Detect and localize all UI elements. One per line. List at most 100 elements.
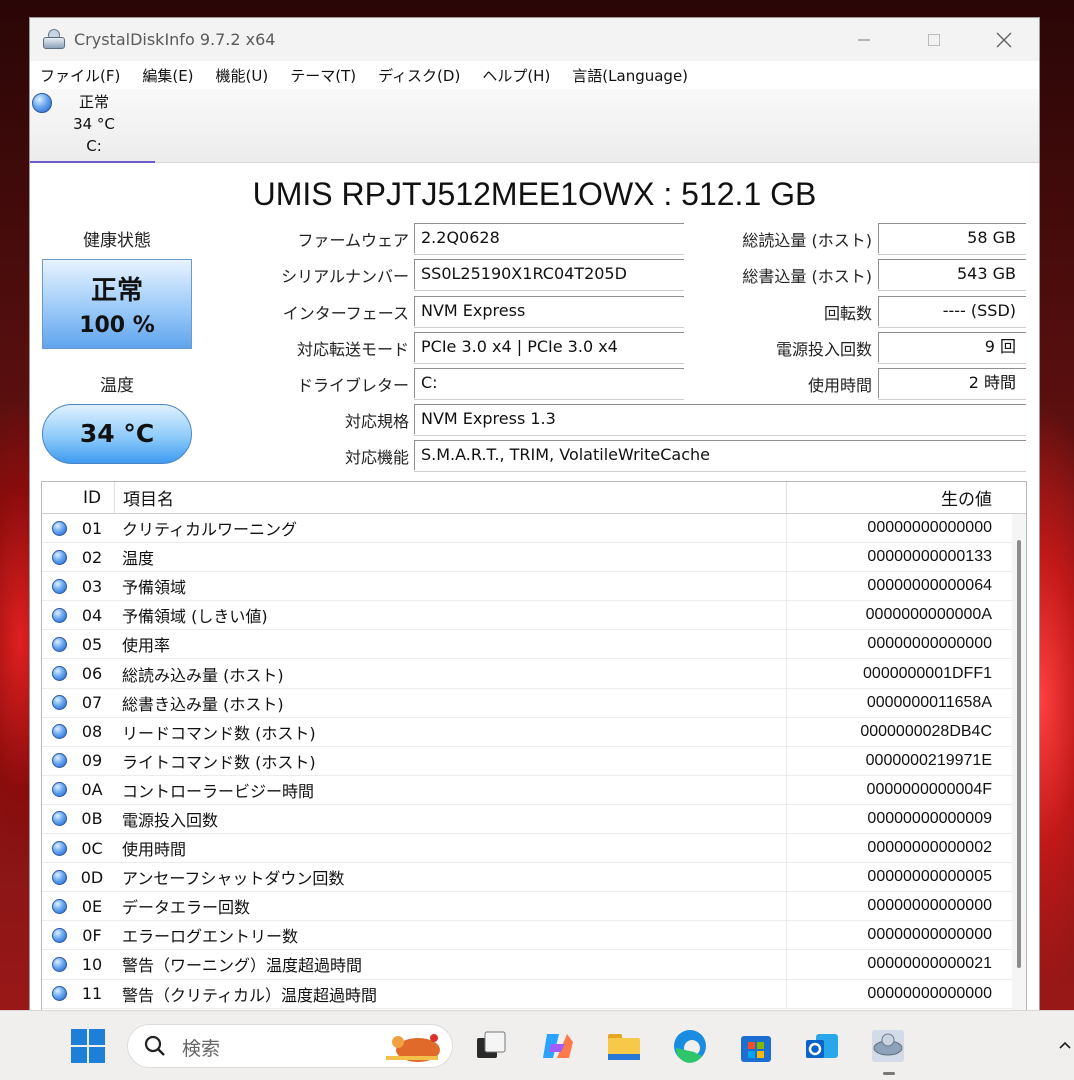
status-dot-icon — [51, 956, 67, 972]
disk-tab-c[interactable]: 正常 34 °C C: — [30, 89, 155, 163]
window-title: CrystalDiskInfo 9.7.2 x64 — [74, 30, 276, 49]
outlook-icon[interactable] — [804, 1028, 840, 1064]
menu-function[interactable]: 機能(U) — [216, 65, 269, 86]
table-row[interactable]: 05 使用率 00000000000000 — [42, 630, 1026, 660]
health-label: 健康状態 — [83, 231, 151, 251]
header-raw[interactable]: 生の値 — [786, 482, 996, 513]
chevron-up-icon[interactable] — [1058, 1038, 1072, 1052]
status-dot-icon — [51, 520, 67, 536]
row-raw-text: 0000000000004F — [866, 780, 992, 798]
menu-file[interactable]: ファイル(F) — [40, 65, 120, 86]
row-raw-text: 00000000000000 — [867, 519, 992, 537]
row-raw: 00000000000133 — [786, 543, 996, 572]
transfer-mode-field: PCIe 3.0 x4 | PCIe 3.0 x4 — [414, 332, 684, 364]
row-raw: 00000000000000 — [786, 979, 996, 1008]
task-view-icon[interactable] — [473, 1028, 509, 1064]
row-id: 06 — [81, 664, 103, 684]
status-dot-icon — [51, 811, 67, 827]
row-raw-text: 00000000000000 — [867, 984, 992, 1002]
table-row[interactable]: 07 総書き込み量 (ホスト) 0000000011658A — [42, 688, 1026, 718]
microsoft-store-icon[interactable] — [738, 1028, 774, 1064]
status-dot-icon — [51, 695, 67, 711]
row-name: 総読み込み量 (ホスト) — [114, 659, 786, 687]
smart-table-body: 01 クリティカルワーニング 00000000000000 02 温度 000000000… — [42, 514, 1026, 1009]
table-row[interactable]: 08 リードコマンド数 (ホスト) 0000000028DB4C — [42, 717, 1026, 747]
power-on-count-field: 9 回 — [878, 332, 1026, 364]
table-row[interactable]: 06 総読み込み量 (ホスト) 0000000001DFF1 — [42, 659, 1026, 689]
row-name-text: 警告（クリティカル）温度超過時間 — [122, 985, 378, 1005]
header-id[interactable]: ID — [70, 488, 114, 508]
temperature-button[interactable]: 34 °C — [42, 404, 192, 464]
table-row[interactable]: 03 予備領域 00000000000064 — [42, 572, 1026, 602]
header-name[interactable]: 項目名 — [114, 482, 786, 513]
menu-theme[interactable]: テーマ(T) — [290, 65, 356, 86]
table-row[interactable]: 11 警告（クリティカル）温度超過時間 00000000000000 — [42, 979, 1026, 1009]
row-name: 使用率 — [114, 630, 786, 658]
power-on-hours-label: 使用時間 — [807, 376, 872, 395]
status-dot-icon — [51, 666, 67, 682]
title-bar[interactable]: CrystalDiskInfo 9.7.2 x64 — [30, 18, 1039, 61]
drive-letter-label: ドライブレター — [296, 376, 409, 395]
row-id: 05 — [81, 634, 103, 654]
standard-field: NVM Express 1.3 — [414, 404, 1026, 436]
minimize-button[interactable] — [829, 18, 899, 61]
copilot-icon[interactable] — [539, 1028, 575, 1064]
row-id: 0E — [81, 896, 103, 916]
row-name-text: 警告（ワーニング）温度超過時間 — [122, 956, 363, 976]
crystaldiskinfo-taskbar-icon[interactable] — [870, 1028, 906, 1064]
file-explorer-icon[interactable] — [606, 1028, 642, 1064]
smart-scrollbar[interactable] — [1012, 514, 1026, 1016]
health-status-button[interactable]: 正常 100 % — [42, 259, 192, 349]
transfer-mode-label: 対応転送モード — [296, 340, 409, 359]
table-row[interactable]: 0D アンセーフシャットダウン回数 00000000000005 — [42, 863, 1026, 893]
table-row[interactable]: 0E データエラー回数 00000000000000 — [42, 892, 1026, 922]
windows-start-icon[interactable] — [70, 1028, 106, 1064]
temperature-value: 34 °C — [79, 419, 155, 448]
menu-help[interactable]: ヘルプ(H) — [482, 65, 550, 86]
table-row[interactable]: 0F エラーログエントリー数 00000000000000 — [42, 921, 1026, 951]
table-row[interactable]: 0B 電源投入回数 00000000000009 — [42, 804, 1026, 835]
row-raw-text: 00000000000021 — [867, 955, 992, 973]
row-name-text: 使用時間 — [122, 840, 187, 860]
edge-browser-icon[interactable] — [672, 1028, 708, 1064]
row-raw: 0000000028DB4C — [786, 717, 996, 746]
smart-table[interactable]: ID 項目名 生の値 01 クリティカルワーニング 00000000000000 02… — [41, 481, 1027, 1016]
row-raw-text: 0000000001DFF1 — [863, 664, 992, 682]
row-name-text: 総書き込み量 (ホスト) — [122, 694, 284, 714]
table-row[interactable]: 02 温度 00000000000133 — [42, 543, 1026, 573]
row-name-text: データエラー回数 — [122, 898, 251, 918]
row-raw: 00000000000000 — [786, 630, 996, 659]
row-name-text: エラーログエントリー数 — [122, 927, 299, 947]
host-writes-field: 543 GB — [878, 259, 1026, 291]
scrollbar-thumb[interactable] — [1017, 540, 1021, 968]
menu-language[interactable]: 言語(Language) — [572, 65, 688, 86]
row-id: 10 — [81, 954, 103, 974]
row-id: 0F — [82, 925, 102, 945]
row-name-text: 電源投入回数 — [122, 810, 219, 830]
row-name: 警告（クリティカル）温度超過時間 — [114, 980, 786, 1008]
status-dot-icon — [51, 986, 67, 1002]
row-name: エラーログエントリー数 — [114, 921, 786, 949]
search-icon — [144, 1035, 165, 1056]
row-raw-text: 0000000219971E — [865, 751, 992, 769]
taskbar-search-box[interactable]: 検索 — [127, 1024, 453, 1068]
table-row[interactable]: 09 ライトコマンド数 (ホスト) 0000000219971E — [42, 746, 1026, 776]
features-label: 対応機能 — [344, 448, 409, 467]
status-dot-icon — [51, 927, 67, 943]
table-row[interactable]: 0C 使用時間 00000000000002 — [42, 834, 1026, 864]
row-raw-text: 00000000000000 — [867, 897, 992, 915]
menu-edit[interactable]: 編集(E) — [142, 65, 193, 86]
maximize-button[interactable] — [899, 18, 969, 61]
menu-disk[interactable]: ディスク(D) — [378, 65, 460, 86]
row-id: 02 — [81, 547, 103, 567]
close-button[interactable] — [969, 18, 1039, 61]
table-row[interactable]: 0A コントローラービジー時間 0000000000004F — [42, 775, 1026, 805]
row-name-text: 使用率 — [122, 636, 171, 656]
table-row[interactable]: 10 警告（ワーニング）温度超過時間 00000000000021 — [42, 950, 1026, 980]
table-row[interactable]: 04 予備領域 (しきい値) 0000000000000A — [42, 601, 1026, 631]
table-row[interactable]: 01 クリティカルワーニング 00000000000000 — [42, 514, 1026, 544]
search-placeholder: 検索 — [182, 1038, 221, 1060]
row-id: 0B — [81, 809, 103, 829]
crystaldiskinfo-app-icon — [40, 26, 68, 54]
row-raw: 00000000000000 — [786, 921, 996, 950]
